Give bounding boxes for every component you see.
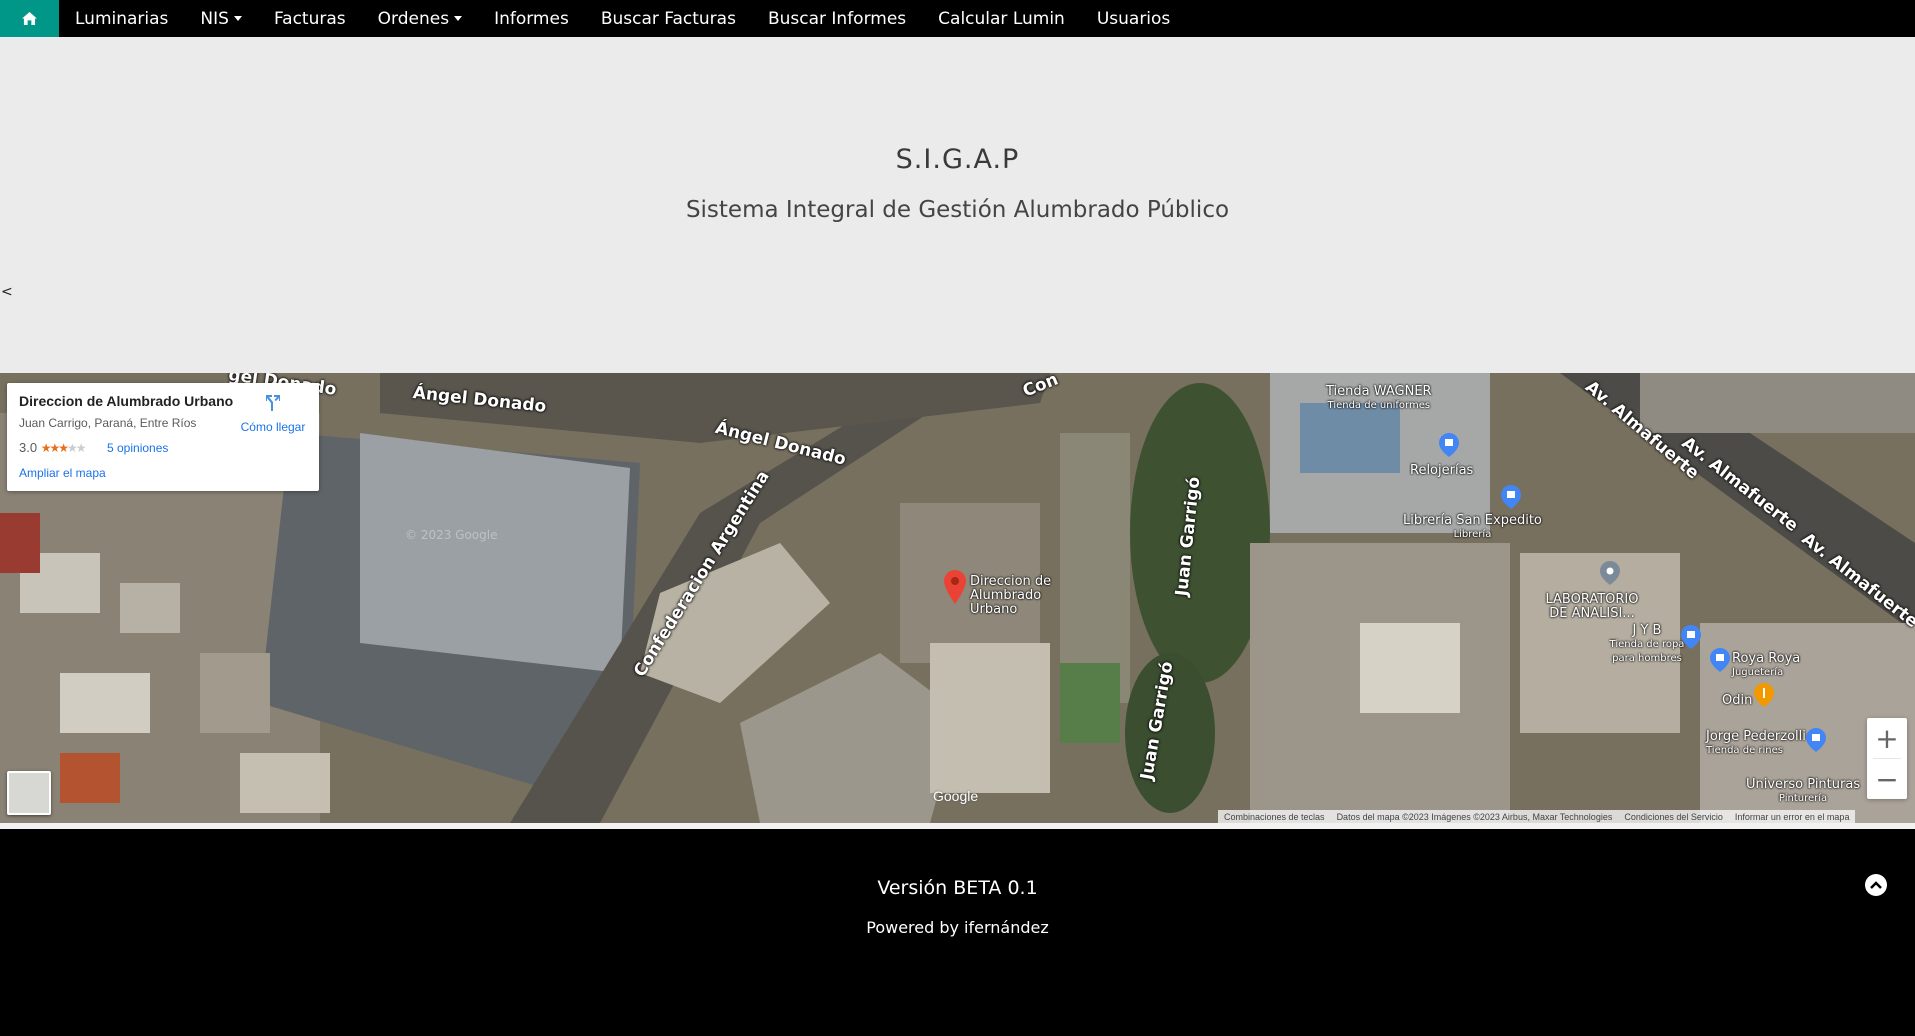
page-footer: Versión BETA 0.1 Powered by ifernández <box>0 823 1915 1036</box>
place-info-card: Direccion de Alumbrado Urbano Juan Carri… <box>7 383 319 491</box>
terms-link[interactable]: Condiciones del Servicio <box>1618 812 1729 822</box>
poi-laboratorio[interactable]: LABORATORIO DE ANALISI... <box>1537 593 1647 621</box>
poi-relojerias[interactable]: Relojerías <box>1410 464 1473 478</box>
zoom-out-button[interactable]: − <box>1867 759 1907 799</box>
map-watermark: © 2023 Google <box>405 528 498 542</box>
shopping-pin-icon <box>1806 728 1826 752</box>
nav-buscar-informes[interactable]: Buscar Informes <box>752 0 922 37</box>
poi-libreria[interactable]: Librería San Expedito Librería <box>1403 514 1542 542</box>
zoom-in-button[interactable]: + <box>1867 718 1907 758</box>
place-rating: 3.0 ★★★★★ <box>19 440 87 455</box>
nav-usuarios[interactable]: Usuarios <box>1081 0 1186 37</box>
place-address: Juan Carrigo, Paraná, Entre Ríos <box>19 416 197 430</box>
nav-calcular-lumin[interactable]: Calcular Lumin <box>922 0 1081 37</box>
directions-button[interactable]: Cómo llegar <box>235 393 311 434</box>
reviews-link[interactable]: 5 opiniones <box>107 441 168 455</box>
nav-ordenes[interactable]: Ordenes <box>362 0 478 37</box>
directions-label: Cómo llegar <box>240 420 306 434</box>
poi-jorge-pederzolli[interactable]: Jorge Pederzolli Tienda de rines <box>1706 730 1806 758</box>
restaurant-pin-icon <box>1754 683 1774 707</box>
chevron-up-icon <box>1870 881 1882 889</box>
nav-luminarias[interactable]: Luminarias <box>59 0 184 37</box>
map-attribution-bar: Combinaciones de teclas Datos del mapa ©… <box>1218 810 1856 823</box>
poi-roya-roya[interactable]: Roya Roya Juguetería <box>1732 652 1800 680</box>
place-name: Direccion de Alumbrado Urbano <box>19 393 234 409</box>
map-data-text: Datos del mapa ©2023 Imágenes ©2023 Airb… <box>1336 811 1613 822</box>
poi-odin[interactable]: Odin <box>1722 694 1752 708</box>
nav-informes[interactable]: Informes <box>478 0 585 37</box>
caret-down-icon <box>233 16 242 21</box>
version-text: Versión BETA 0.1 <box>877 877 1038 899</box>
poi-universo-pinturas[interactable]: Universo Pinturas Pinturería <box>1746 778 1860 806</box>
page-subtitle: Sistema Integral de Gestión Alumbrado Pú… <box>685 197 1230 223</box>
shopping-pin-icon <box>1681 625 1701 649</box>
map-type-toggle[interactable] <box>7 771 51 815</box>
home-icon <box>22 12 37 25</box>
nav-nis[interactable]: NIS <box>184 0 258 37</box>
zoom-control: + − <box>1867 718 1907 799</box>
keyboard-shortcuts-link[interactable]: Combinaciones de teclas <box>1218 812 1331 822</box>
location-pin-icon[interactable] <box>944 570 966 604</box>
shopping-pin-icon <box>1439 433 1459 457</box>
poi-tienda-wagner[interactable]: Tienda WAGNER Tienda de uniformes <box>1326 385 1432 413</box>
rating-value: 3.0 <box>19 440 38 455</box>
nav-buscar-facturas[interactable]: Buscar Facturas <box>585 0 752 37</box>
scroll-to-top-button[interactable] <box>1865 874 1887 896</box>
shopping-pin-icon <box>1501 485 1521 509</box>
enlarge-map-link[interactable]: Ampliar el mapa <box>19 466 106 480</box>
page-title: S.I.G.A.P <box>895 144 1020 175</box>
hero-banner: S.I.G.A.P Sistema Integral de Gestión Al… <box>0 37 1915 373</box>
stray-text: < <box>1 284 13 300</box>
rating-stars-icon: ★★★★★ <box>40 441 87 455</box>
place-pin-icon <box>1600 561 1620 585</box>
caret-down-icon <box>454 16 463 21</box>
top-navbar: Luminarias NIS Facturas Ordenes Informes… <box>0 0 1915 37</box>
directions-icon <box>266 395 280 411</box>
nav-facturas[interactable]: Facturas <box>258 0 362 37</box>
marker-label: Direccion de Alumbrado Urbano <box>970 574 1052 617</box>
poi-jyb[interactable]: J Y B Tienda de ropa para hombres <box>1602 624 1692 666</box>
map-embed[interactable]: gel Donado Ángel Donado Ángel Donado Con… <box>0 373 1915 823</box>
shopping-pin-icon <box>1710 648 1730 672</box>
powered-by-text: Powered by ifernández <box>866 918 1049 937</box>
google-logo: Google <box>933 788 979 804</box>
home-button[interactable] <box>0 0 59 37</box>
report-error-link[interactable]: Informar un error en el mapa <box>1729 812 1856 822</box>
